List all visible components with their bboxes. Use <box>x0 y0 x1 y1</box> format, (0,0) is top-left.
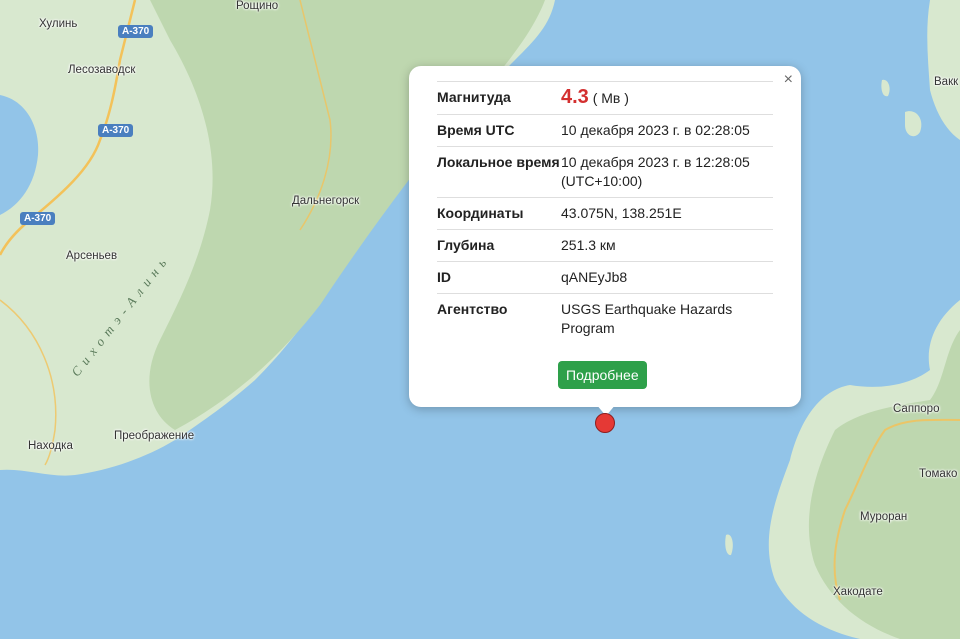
id-value: qANEyJb8 <box>561 261 773 294</box>
place-label: Арсеньев <box>66 250 118 262</box>
earthquake-details-table: Магнитуда 4.3 ( Mв ) Время UTC 10 декабр… <box>437 81 773 344</box>
place-label: Муроран <box>860 511 908 523</box>
table-row: Глубина 251.3 км <box>437 229 773 262</box>
id-label: ID <box>437 261 561 294</box>
table-row: Агентство USGS Earthquake Hazards Progra… <box>437 293 773 344</box>
close-icon[interactable]: × <box>784 70 793 90</box>
table-row: ID qANEyJb8 <box>437 261 773 294</box>
earthquake-epicenter-icon[interactable] <box>595 413 615 433</box>
place-label: Саппоро <box>893 403 940 415</box>
road-shield: А-370 <box>20 212 56 225</box>
utc-time-label: Время UTC <box>437 114 561 147</box>
table-row: Магнитуда 4.3 ( Mв ) <box>437 81 773 115</box>
place-label: Находка <box>28 440 73 452</box>
place-label: Преображение <box>114 430 195 442</box>
magnitude-value: 4.3 <box>561 86 589 108</box>
magnitude-label: Магнитуда <box>437 81 561 115</box>
earthquake-info-popup: × Магнитуда 4.3 ( Mв ) Время UTC 10 дека… <box>409 66 801 407</box>
table-row: Локальное время 10 декабря 2023 г. в 12:… <box>437 146 773 198</box>
local-time-value: 10 декабря 2023 г. в 12:28:05 (UTC+10:00… <box>561 146 773 198</box>
depth-label: Глубина <box>437 229 561 262</box>
place-label: Рощино <box>236 0 279 12</box>
local-time-label: Локальное время <box>437 146 561 198</box>
magnitude-cell: 4.3 ( Mв ) <box>561 81 773 115</box>
utc-time-value: 10 декабря 2023 г. в 02:28:05 <box>561 114 773 147</box>
details-button[interactable]: Подробнее <box>558 361 647 389</box>
depth-value: 251.3 км <box>561 229 773 262</box>
place-label: Лесозаводск <box>68 64 136 76</box>
coordinates-label: Координаты <box>437 197 561 230</box>
agency-label: Агентство <box>437 293 561 344</box>
place-label: Хакодате <box>833 586 883 598</box>
place-label: Хулинь <box>39 18 78 30</box>
place-label: Дальнегорск <box>292 195 360 207</box>
agency-value: USGS Earthquake Hazards Program <box>561 293 773 344</box>
place-label: Вакк <box>934 76 959 88</box>
magnitude-unit: ( Mв ) <box>592 90 629 106</box>
coordinates-value: 43.075N, 138.251E <box>561 197 773 230</box>
table-row: Координаты 43.075N, 138.251E <box>437 197 773 230</box>
place-label: Томако <box>919 468 958 480</box>
table-row: Время UTC 10 декабря 2023 г. в 02:28:05 <box>437 114 773 147</box>
road-shield: А-370 <box>118 25 154 38</box>
road-shield: А-370 <box>98 124 134 137</box>
